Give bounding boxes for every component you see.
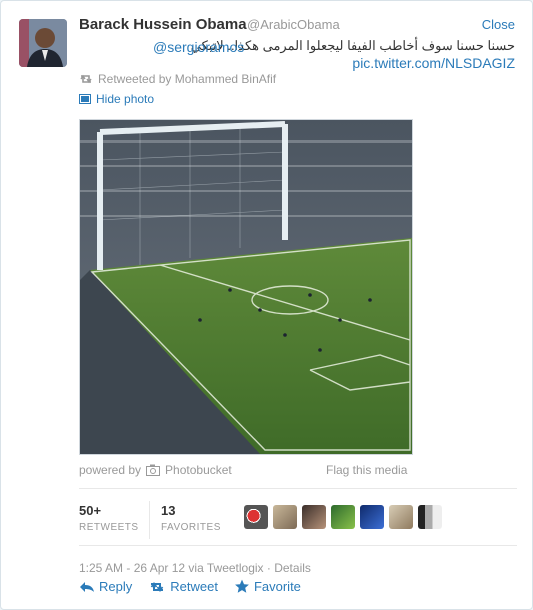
retweeter-avatar[interactable]: [273, 505, 297, 529]
retweeter-avatar[interactable]: [418, 505, 442, 529]
reply-label[interactable]: Reply: [99, 579, 132, 594]
powered-by-label: powered by: [79, 463, 142, 477]
hide-photo-toggle[interactable]: Hide photo: [79, 92, 154, 106]
favorite-label[interactable]: Favorite: [254, 579, 301, 594]
retweet-label[interactable]: Retweet: [170, 579, 218, 594]
favorite-button[interactable]: Favorite: [234, 579, 301, 594]
stat-separator: [149, 501, 150, 539]
retweets-stat[interactable]: 50+ RETWEETS: [79, 503, 139, 533]
favorites-label: FAVORITES: [161, 522, 221, 533]
retweeted-by: Retweeted by Mohammed BinAfif: [79, 72, 276, 86]
author-avatar[interactable]: [19, 19, 67, 67]
retweeter-avatar[interactable]: [331, 505, 355, 529]
retweet-icon: [151, 581, 164, 592]
favorites-stat[interactable]: 13 FAVORITES: [161, 503, 221, 533]
tweet-photo[interactable]: [79, 119, 413, 455]
retweeter-avatar[interactable]: [360, 505, 384, 529]
stadium-photo: [80, 120, 412, 454]
photo-icon: [79, 94, 91, 104]
mention-link[interactable]: @sergioramos: [153, 39, 244, 55]
tweet-card: Barack Hussein Obama @ArabicObama Close …: [0, 0, 533, 610]
retweeter-avatar[interactable]: [302, 505, 326, 529]
retweet-button[interactable]: Retweet: [148, 579, 218, 594]
retweeter-avatar[interactable]: [244, 505, 268, 529]
retweets-label: RETWEETS: [79, 522, 139, 533]
hide-photo-label[interactable]: Hide photo: [96, 92, 154, 106]
star-icon: [235, 579, 249, 593]
stats-divider-top: [79, 488, 517, 489]
retweeter-avatar[interactable]: [389, 505, 413, 529]
reply-icon: [80, 581, 94, 592]
stats-divider-bottom: [79, 545, 517, 546]
tweet-timestamp[interactable]: 1:25 AM - 26 Apr 12 via Tweetlogix · Det…: [79, 561, 311, 575]
photo-provider[interactable]: Photobucket: [165, 463, 232, 477]
camera-icon: [146, 464, 161, 476]
pic-link[interactable]: pic.twitter.com/NLSDAGIZ: [352, 55, 515, 71]
retweet-icon: [80, 74, 92, 84]
reply-button[interactable]: Reply: [79, 579, 132, 594]
powered-by: powered by Photobucket: [79, 463, 232, 477]
retweeter-avatars: [244, 505, 442, 529]
flag-media-link[interactable]: Flag this media: [326, 463, 407, 477]
author-name[interactable]: Barack Hussein Obama: [79, 16, 247, 33]
author-handle[interactable]: @ArabicObama: [247, 17, 340, 32]
retweeted-by-label[interactable]: Retweeted by Mohammed BinAfif: [98, 72, 276, 86]
tweet-actions: Reply Retweet Favorite: [79, 579, 301, 594]
retweets-count: 50+: [79, 503, 102, 518]
avatar-image: [19, 19, 67, 67]
favorites-count: 13: [161, 503, 176, 518]
close-button[interactable]: Close: [482, 17, 515, 32]
